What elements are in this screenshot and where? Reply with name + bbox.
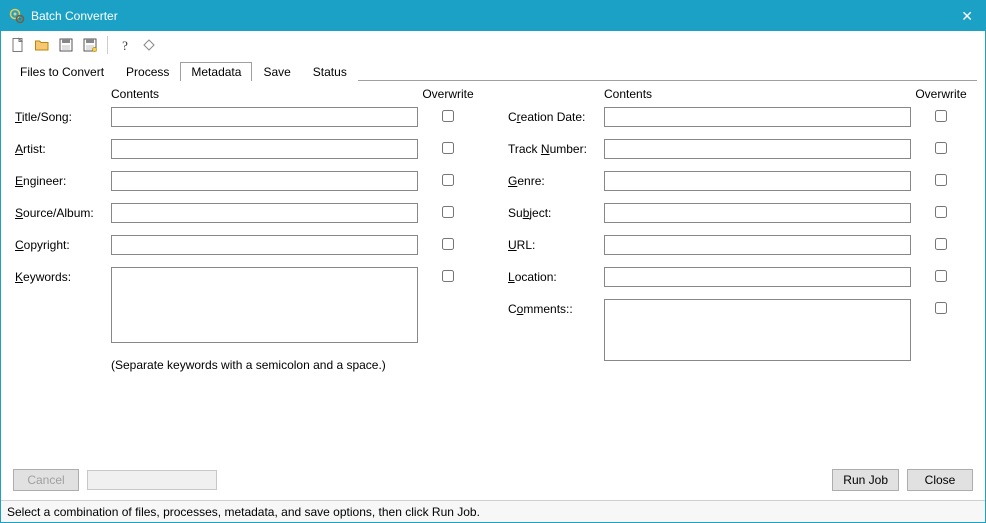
diamond-icon[interactable]: [140, 36, 158, 54]
close-icon[interactable]: ✕: [957, 8, 977, 25]
url-label: URL:: [508, 235, 604, 252]
genre-overwrite-checkbox[interactable]: [935, 174, 947, 186]
help-icon[interactable]: ?: [116, 36, 134, 54]
comments-overwrite-checkbox[interactable]: [935, 302, 947, 314]
keywords-label: Keywords:: [15, 267, 111, 284]
status-text: Select a combination of files, processes…: [7, 505, 480, 519]
location-input[interactable]: [604, 267, 911, 287]
genre-label: Genre:: [508, 171, 604, 188]
engineer-input[interactable]: [111, 171, 418, 191]
right-column: Contents Overwrite Creation Date: Track …: [508, 87, 971, 376]
engineer-overwrite-checkbox[interactable]: [442, 174, 454, 186]
app-window: Batch Converter ✕ ? Files to Convert Pro…: [0, 0, 986, 523]
title-input[interactable]: [111, 107, 418, 127]
title-overwrite-checkbox[interactable]: [442, 110, 454, 122]
creation-date-label: Creation Date:: [508, 107, 604, 124]
new-file-icon[interactable]: [9, 36, 27, 54]
artist-label: Artist:: [15, 139, 111, 156]
overwrite-header-right: Overwrite: [911, 87, 971, 101]
keywords-input[interactable]: [111, 267, 418, 343]
location-overwrite-checkbox[interactable]: [935, 270, 947, 282]
button-bar: Cancel Run Job Close: [1, 460, 985, 500]
source-label: Source/Album:: [15, 203, 111, 220]
source-input[interactable]: [111, 203, 418, 223]
app-icon: [9, 8, 25, 24]
contents-header-left: Contents: [111, 87, 418, 101]
cancel-button[interactable]: Cancel: [13, 469, 79, 491]
tab-process[interactable]: Process: [115, 62, 180, 81]
svg-text:?: ?: [122, 38, 128, 53]
open-folder-icon[interactable]: [33, 36, 51, 54]
tab-files-to-convert[interactable]: Files to Convert: [9, 62, 115, 81]
keywords-overwrite-checkbox[interactable]: [442, 270, 454, 282]
track-number-overwrite-checkbox[interactable]: [935, 142, 947, 154]
copyright-overwrite-checkbox[interactable]: [442, 238, 454, 250]
tabstrip: Files to Convert Process Metadata Save S…: [1, 59, 985, 81]
subject-input[interactable]: [604, 203, 911, 223]
artist-overwrite-checkbox[interactable]: [442, 142, 454, 154]
keywords-hint: (Separate keywords with a semicolon and …: [111, 358, 478, 372]
engineer-label: Engineer:: [15, 171, 111, 188]
genre-input[interactable]: [604, 171, 911, 191]
comments-input[interactable]: [604, 299, 911, 361]
url-overwrite-checkbox[interactable]: [935, 238, 947, 250]
track-number-input[interactable]: [604, 139, 911, 159]
progress-bar: [87, 470, 217, 490]
window-title: Batch Converter: [31, 9, 957, 23]
status-bar: Select a combination of files, processes…: [1, 500, 985, 522]
artist-input[interactable]: [111, 139, 418, 159]
creation-date-input[interactable]: [604, 107, 911, 127]
subject-overwrite-checkbox[interactable]: [935, 206, 947, 218]
run-job-button[interactable]: Run Job: [832, 469, 899, 491]
source-overwrite-checkbox[interactable]: [442, 206, 454, 218]
tab-metadata[interactable]: Metadata: [180, 62, 252, 81]
subject-label: Subject:: [508, 203, 604, 220]
metadata-panel: Contents Overwrite Title/Song: Artist: E…: [1, 81, 985, 460]
tab-save[interactable]: Save: [252, 62, 301, 81]
overwrite-header-left: Overwrite: [418, 87, 478, 101]
left-column: Contents Overwrite Title/Song: Artist: E…: [15, 87, 478, 376]
toolbar-separator: [107, 36, 108, 54]
title-label: Title/Song:: [15, 107, 111, 124]
save-as-icon[interactable]: [81, 36, 99, 54]
creation-date-overwrite-checkbox[interactable]: [935, 110, 947, 122]
comments-label: Comments::: [508, 299, 604, 316]
save-icon[interactable]: [57, 36, 75, 54]
close-button[interactable]: Close: [907, 469, 973, 491]
track-number-label: Track Number:: [508, 139, 604, 156]
copyright-label: Copyright:: [15, 235, 111, 252]
tab-status[interactable]: Status: [302, 62, 358, 81]
titlebar: Batch Converter ✕: [1, 1, 985, 31]
toolbar: ?: [1, 31, 985, 59]
contents-header-right: Contents: [604, 87, 911, 101]
location-label: Location:: [508, 267, 604, 284]
url-input[interactable]: [604, 235, 911, 255]
copyright-input[interactable]: [111, 235, 418, 255]
